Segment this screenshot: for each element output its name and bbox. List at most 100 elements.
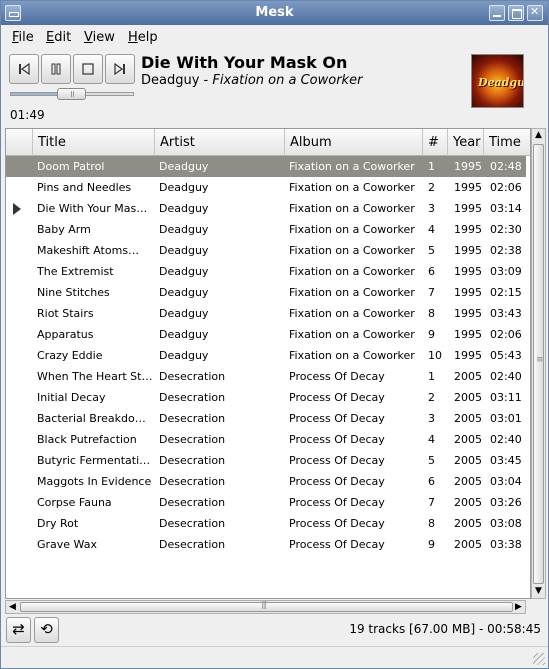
track-number: 2 — [428, 181, 435, 194]
track-album: Process Of Decay — [289, 538, 385, 551]
track-number: 7 — [428, 496, 435, 509]
track-artist: Deadguy — [159, 160, 209, 173]
horizontal-scrollbar[interactable]: ◀ ▶ — [5, 600, 526, 614]
track-number: 9 — [428, 538, 435, 551]
track-number: 5 — [428, 244, 435, 257]
track-year: 1995 — [454, 244, 482, 257]
track-year: 1995 — [454, 202, 482, 215]
album-cover: Deadguy — [471, 54, 524, 108]
table-row[interactable]: Die With Your Mas… Deadguy Fixation on a C… — [6, 198, 526, 219]
track-artist: Desecration — [159, 454, 226, 467]
seek-slider-thumb[interactable] — [57, 88, 87, 100]
shuffle-icon: ⟲ — [40, 620, 53, 638]
track-artist: Deadguy — [159, 244, 209, 257]
menu-edit[interactable]: Edit — [46, 30, 71, 45]
track-time: 03:14 — [490, 202, 522, 215]
close-icon[interactable] — [527, 5, 543, 21]
horizontal-scrollbar-thumb[interactable] — [20, 600, 513, 612]
menu-view[interactable]: View — [84, 30, 115, 45]
table-row[interactable]: The Extremist Deadguy Fixation on a Cowork… — [6, 261, 526, 282]
table-row[interactable]: Crazy Eddie Deadguy Fixation on a Coworker… — [6, 345, 526, 366]
table-row[interactable]: Pins and Needles Deadguy Fixation on a Cow… — [6, 177, 526, 198]
track-year: 1995 — [454, 265, 482, 278]
column-header-status[interactable] — [6, 129, 32, 156]
table-row[interactable]: Maggots In Evidence Desecration Process Of… — [6, 471, 526, 492]
track-time: 03:08 — [490, 517, 522, 530]
vertical-scrollbar[interactable]: ▲ ▼ — [531, 128, 546, 599]
track-title: Black Putrefaction — [37, 433, 137, 446]
table-row[interactable]: Nine Stitches Deadguy Fixation on a Cowork… — [6, 282, 526, 303]
next-icon — [114, 62, 125, 76]
repeat-icon: ⇄ — [12, 620, 25, 638]
track-artist: Deadguy — [159, 265, 209, 278]
track-time: 03:09 — [490, 265, 522, 278]
minimize-icon[interactable] — [489, 5, 505, 21]
track-title: The Extremist — [37, 265, 114, 278]
table-row[interactable]: Black Putrefaction Desecration Process Of … — [6, 429, 526, 450]
now-playing-subtitle: Deadguy - Fixation on a Coworker — [141, 73, 363, 88]
menu-file[interactable]: File — [12, 30, 34, 45]
previous-button[interactable] — [9, 54, 39, 84]
titlebar[interactable]: Mesk — [1, 1, 548, 25]
column-header-number[interactable]: # — [422, 129, 447, 156]
shuffle-button[interactable]: ⟲ — [34, 617, 59, 643]
table-row[interactable]: Doom Patrol Deadguy Fixation on a Coworker… — [6, 156, 526, 177]
track-album: Fixation on a Coworker — [289, 181, 415, 194]
repeat-button[interactable]: ⇄ — [6, 617, 31, 643]
scroll-left-icon[interactable]: ◀ — [6, 601, 19, 614]
now-playing-title: Die With Your Mask On — [141, 53, 348, 72]
track-title: Initial Decay — [37, 391, 106, 404]
vertical-scrollbar-thumb[interactable] — [533, 144, 544, 584]
track-year: 1995 — [454, 349, 482, 362]
pause-button[interactable] — [41, 54, 71, 84]
scroll-up-icon[interactable]: ▲ — [532, 129, 545, 142]
column-header-time[interactable]: Time — [483, 129, 530, 156]
table-row[interactable]: Initial Decay Desecration Process Of Decay… — [6, 387, 526, 408]
scroll-right-icon[interactable]: ▶ — [512, 601, 525, 614]
track-year: 2005 — [454, 454, 482, 467]
table-row[interactable]: Apparatus Deadguy Fixation on a Coworker 9 1… — [6, 324, 526, 345]
table-row[interactable]: Corpse Fauna Desecration Process Of Decay 7… — [6, 492, 526, 513]
track-artist: Deadguy — [159, 181, 209, 194]
next-button[interactable] — [105, 54, 135, 84]
track-list-header: Title Artist Album # Year Time — [6, 129, 530, 156]
column-header-album[interactable]: Album — [284, 129, 422, 156]
track-album: Fixation on a Coworker — [289, 328, 415, 341]
mesk-window: Mesk File Edit View Help Die With Your M… — [0, 0, 549, 669]
track-time: 03:26 — [490, 496, 522, 509]
track-artist: Desecration — [159, 412, 226, 425]
track-album: Fixation on a Coworker — [289, 286, 415, 299]
column-header-year[interactable]: Year — [447, 129, 483, 156]
track-artist: Deadguy — [159, 202, 209, 215]
table-row[interactable]: Grave Wax Desecration Process Of Decay 9 200… — [6, 534, 526, 555]
previous-icon — [19, 62, 30, 76]
pause-icon — [51, 63, 61, 75]
column-header-title[interactable]: Title — [32, 129, 154, 156]
table-row[interactable]: Baby Arm Deadguy Fixation on a Coworker 4 19… — [6, 219, 526, 240]
resize-grip-icon[interactable] — [533, 653, 545, 665]
track-title: Makeshift Atoms… — [37, 244, 140, 257]
track-year: 1995 — [454, 307, 482, 320]
table-row[interactable]: When The Heart St… Desecration Process Of … — [6, 366, 526, 387]
column-header-artist[interactable]: Artist — [154, 129, 284, 156]
scroll-down-icon[interactable]: ▼ — [532, 585, 545, 598]
track-year: 1995 — [454, 181, 482, 194]
menu-help[interactable]: Help — [128, 30, 158, 45]
track-title: When The Heart St… — [37, 370, 152, 383]
stop-button[interactable] — [73, 54, 103, 84]
table-row[interactable]: Bacterial Breakdo… Desecration Process Of … — [6, 408, 526, 429]
track-album: Fixation on a Coworker — [289, 265, 415, 278]
track-time: 03:43 — [490, 307, 522, 320]
table-row[interactable]: Butyric Fermentati… Desecration Process Of… — [6, 450, 526, 471]
table-row[interactable]: Makeshift Atoms… Deadguy Fixation on a Cow… — [6, 240, 526, 261]
table-row[interactable]: Riot Stairs Deadguy Fixation on a Coworker… — [6, 303, 526, 324]
album-cover-text: Deadguy — [478, 76, 523, 89]
maximize-icon[interactable] — [508, 5, 524, 21]
track-artist: Deadguy — [159, 307, 209, 320]
track-title: Apparatus — [37, 328, 94, 341]
track-album: Process Of Decay — [289, 412, 385, 425]
table-row[interactable]: Dry Rot Desecration Process Of Decay 8 2005 0… — [6, 513, 526, 534]
track-title: Baby Arm — [37, 223, 91, 236]
track-number: 6 — [428, 265, 435, 278]
track-list[interactable]: Title Artist Album # Year Time Doom Patr… — [5, 128, 531, 599]
